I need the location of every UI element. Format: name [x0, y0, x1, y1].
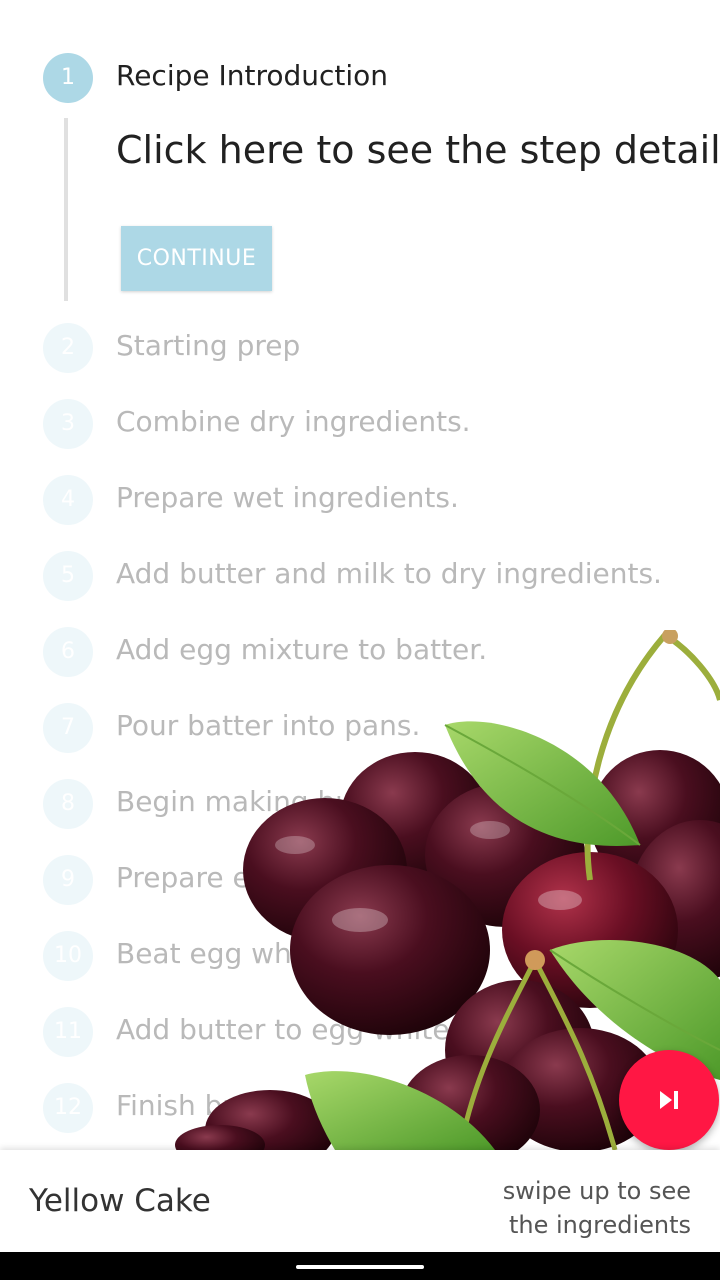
home-gesture-handle[interactable] [296, 1265, 424, 1269]
step-title: Combine dry ingredients. [116, 405, 471, 438]
step-3[interactable]: 3 Combine dry ingredients. [0, 397, 720, 453]
step-number-circle: 8 [43, 779, 93, 829]
step-number-circle: 1 [43, 53, 93, 103]
step-connector-line [64, 118, 68, 301]
step-2[interactable]: 2 Starting prep [0, 321, 720, 377]
step-5[interactable]: 5 Add butter and milk to dry ingredients… [0, 549, 720, 605]
ingredients-bottom-sheet[interactable]: Yellow Cake swipe up to see the ingredie… [0, 1150, 720, 1252]
step-number-circle: 5 [43, 551, 93, 601]
step-number-circle: 4 [43, 475, 93, 525]
step-4[interactable]: 4 Prepare wet ingredients. [0, 473, 720, 529]
swipe-hint: swipe up to see the ingredients [471, 1174, 691, 1242]
step-title: Recipe Introduction [116, 59, 389, 92]
step-number-circle: 7 [43, 703, 93, 753]
status-bar [0, 0, 720, 42]
step-title: Starting prep [116, 329, 301, 362]
step-number-circle: 6 [43, 627, 93, 677]
step-number-circle: 3 [43, 399, 93, 449]
system-navigation-bar [0, 1252, 720, 1280]
step-title: Prepare wet ingredients. [116, 481, 459, 514]
recipe-title: Yellow Cake [29, 1183, 211, 1219]
step-number-circle: 10 [43, 931, 93, 981]
step-number-circle: 9 [43, 855, 93, 905]
step-number-circle: 11 [43, 1007, 93, 1057]
recipe-screen: 1 Recipe Introduction Click here to see … [0, 0, 720, 1280]
swipe-hint-line-2: the ingredients [508, 1211, 691, 1239]
swipe-hint-line-1: swipe up to see [502, 1177, 691, 1205]
skip-next-button[interactable] [619, 1050, 719, 1150]
skip-next-icon [660, 1091, 678, 1109]
step-detail-link[interactable]: Click here to see the step detail [116, 128, 720, 172]
step-title: Add butter and milk to dry ingredients. [116, 557, 662, 590]
step-number-circle: 12 [43, 1083, 93, 1133]
continue-button[interactable]: CONTINUE [121, 226, 272, 291]
step-1[interactable]: 1 Recipe Introduction [0, 51, 720, 107]
step-number-circle: 2 [43, 323, 93, 373]
